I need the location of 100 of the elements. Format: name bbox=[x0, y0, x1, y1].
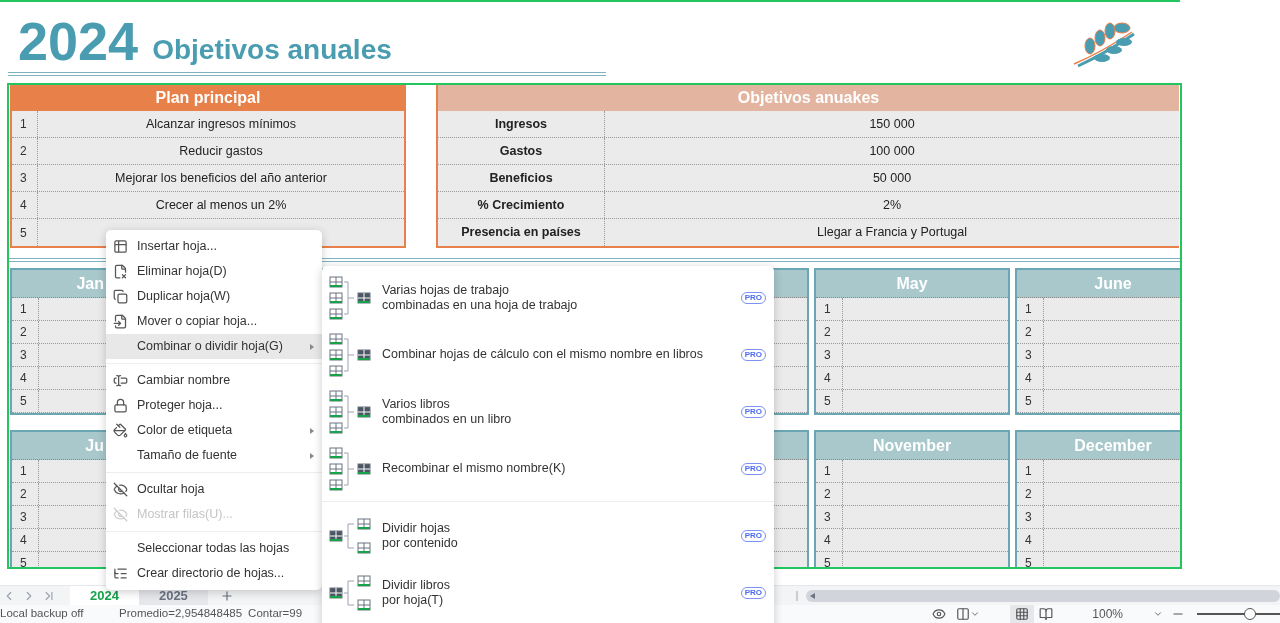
row-number: 5 bbox=[20, 555, 27, 567]
menu-item[interactable]: Mover o copiar hoja... bbox=[106, 309, 322, 334]
paint-bucket-icon bbox=[113, 423, 128, 438]
backup-status: Local backup off bbox=[0, 606, 85, 622]
submenu-item[interactable]: Varias hojas de trabajo combinadas en una hoja de trabajo PRO bbox=[322, 269, 774, 326]
month-title: May bbox=[896, 273, 928, 294]
row-number: 2 bbox=[1025, 324, 1032, 341]
table-cell-text: Alcanzar ingresos mínimos bbox=[145, 115, 297, 133]
row-number: 2 bbox=[824, 486, 831, 503]
scroll-left-icon[interactable] bbox=[810, 592, 815, 599]
submenu-arrow-icon bbox=[310, 343, 314, 350]
menu-item[interactable]: Seleccionar todas las hojas bbox=[106, 536, 322, 561]
hidden-eye-icon bbox=[113, 507, 128, 522]
row-number: 2 bbox=[20, 486, 27, 503]
caret-icon[interactable] bbox=[970, 609, 981, 619]
menu-item[interactable]: Crear directorio de hojas... bbox=[106, 561, 322, 586]
submenu-item[interactable]: Varios libros combinados en un libro PRO bbox=[322, 383, 774, 440]
move-icon bbox=[113, 314, 128, 329]
table-header: Plan principal bbox=[12, 85, 404, 111]
row-number: 1 bbox=[1025, 463, 1032, 480]
book-icon bbox=[1039, 607, 1054, 621]
row-number: 5 bbox=[20, 224, 27, 242]
split-sheets-icon bbox=[328, 517, 374, 554]
eye-icon[interactable] bbox=[932, 607, 947, 621]
row-number: 3 bbox=[824, 347, 831, 364]
menu-item[interactable]: Tamaño de fuente bbox=[106, 443, 322, 468]
zoom-value[interactable]: 100% bbox=[1092, 605, 1123, 623]
lock-icon bbox=[113, 398, 128, 413]
row-number: 3 bbox=[1025, 347, 1032, 364]
month-title: Jan bbox=[76, 273, 104, 294]
menu-item[interactable]: Ocultar hoja bbox=[106, 477, 322, 502]
menu-item[interactable]: Combinar o dividir hoja(G) bbox=[106, 334, 322, 359]
add-sheet-icon[interactable] bbox=[219, 588, 234, 603]
row-number: 3 bbox=[20, 170, 27, 187]
table-cell-text: % Crecimiento bbox=[477, 196, 565, 214]
row-number: 5 bbox=[1025, 555, 1032, 567]
row-number: 5 bbox=[1025, 393, 1032, 410]
month-title: November bbox=[872, 435, 952, 456]
count-value: Contar=99 bbox=[248, 606, 303, 622]
table-cell-text: 100 000 bbox=[869, 142, 915, 160]
duplicate-icon bbox=[113, 289, 128, 304]
menu-item[interactable]: Insertar hoja... bbox=[106, 234, 322, 259]
submenu-arrow-icon bbox=[310, 427, 314, 434]
submenu-item[interactable]: Dividir hojas por contenido PRO bbox=[322, 507, 774, 564]
hidden-eye-icon bbox=[113, 482, 128, 497]
menu-item[interactable]: Duplicar hoja(W) bbox=[106, 284, 322, 309]
caret-icon[interactable] bbox=[1153, 609, 1163, 619]
rename-icon bbox=[113, 373, 128, 388]
merge-sheets-icon bbox=[328, 388, 374, 435]
grid-icon bbox=[1015, 607, 1030, 621]
row-number: 5 bbox=[20, 393, 27, 410]
submenu-item[interactable]: Recombinar el mismo nombre(K) PRO bbox=[322, 440, 774, 497]
zoom-slider[interactable] bbox=[1197, 608, 1280, 620]
submenu-item[interactable]: Combinar hojas de cálculo con el mismo nombre en libros PRO bbox=[322, 326, 774, 383]
submenu-arrow-icon bbox=[310, 452, 314, 459]
row-number: 4 bbox=[20, 532, 27, 549]
zoom-slider-thumb[interactable] bbox=[1244, 608, 1256, 620]
split-sheets-icon bbox=[328, 574, 374, 611]
row-number: 1 bbox=[20, 301, 27, 318]
row-number: 3 bbox=[20, 509, 27, 526]
table-cell-text: Beneficios bbox=[489, 169, 553, 187]
table-cell-text: Reducir gastos bbox=[179, 142, 263, 160]
row-number: 1 bbox=[824, 463, 831, 480]
page-title: Objetivos anuales bbox=[152, 36, 392, 67]
split-view-icon[interactable] bbox=[956, 607, 971, 621]
normal-view-button[interactable] bbox=[1010, 605, 1035, 623]
row-number: 5 bbox=[824, 393, 831, 410]
submenu-item[interactable]: Dividir libros por hoja(T) PRO bbox=[322, 564, 774, 621]
menu-item[interactable]: Proteger hoja... bbox=[106, 393, 322, 418]
table-cell-text: 2% bbox=[882, 196, 902, 214]
table-cell-text: Ingresos bbox=[494, 115, 548, 133]
merge-sheets-icon bbox=[328, 274, 374, 321]
merge-sheets-icon bbox=[328, 445, 374, 492]
row-number: 4 bbox=[824, 370, 831, 387]
row-number: 3 bbox=[20, 347, 27, 364]
row-number: 2 bbox=[1025, 486, 1032, 503]
row-number: 1 bbox=[20, 116, 27, 133]
month-title: June bbox=[1094, 273, 1132, 294]
year-title: 2024 bbox=[18, 14, 139, 68]
row-number: 2 bbox=[824, 324, 831, 341]
row-number: 1 bbox=[20, 463, 27, 480]
delete-sheet-icon bbox=[113, 264, 128, 279]
average-value: Promedio=2,954848485 bbox=[119, 606, 243, 622]
month-title: Ju bbox=[85, 435, 104, 456]
table-cell-text: Crecer al menos un 2% bbox=[155, 196, 287, 214]
row-number: 4 bbox=[20, 197, 27, 214]
horizontal-scrollbar[interactable] bbox=[806, 589, 1280, 602]
row-number: 1 bbox=[824, 301, 831, 318]
menu-item[interactable]: Cambiar nombre bbox=[106, 368, 322, 393]
table-header: Objetivos anuakes bbox=[438, 85, 1179, 111]
row-number: 2 bbox=[20, 143, 27, 160]
table-cell-text: Gastos bbox=[499, 142, 543, 160]
insert-sheet-icon bbox=[113, 239, 128, 254]
merge-sheets-icon bbox=[328, 331, 374, 378]
menu-item[interactable]: Color de etiqueta bbox=[106, 418, 322, 443]
row-number: 2 bbox=[20, 324, 27, 341]
row-number: 5 bbox=[824, 555, 831, 567]
menu-item[interactable]: Eliminar hoja(D) bbox=[106, 259, 322, 284]
row-number: 1 bbox=[1025, 301, 1032, 318]
row-number: 4 bbox=[1025, 532, 1032, 549]
